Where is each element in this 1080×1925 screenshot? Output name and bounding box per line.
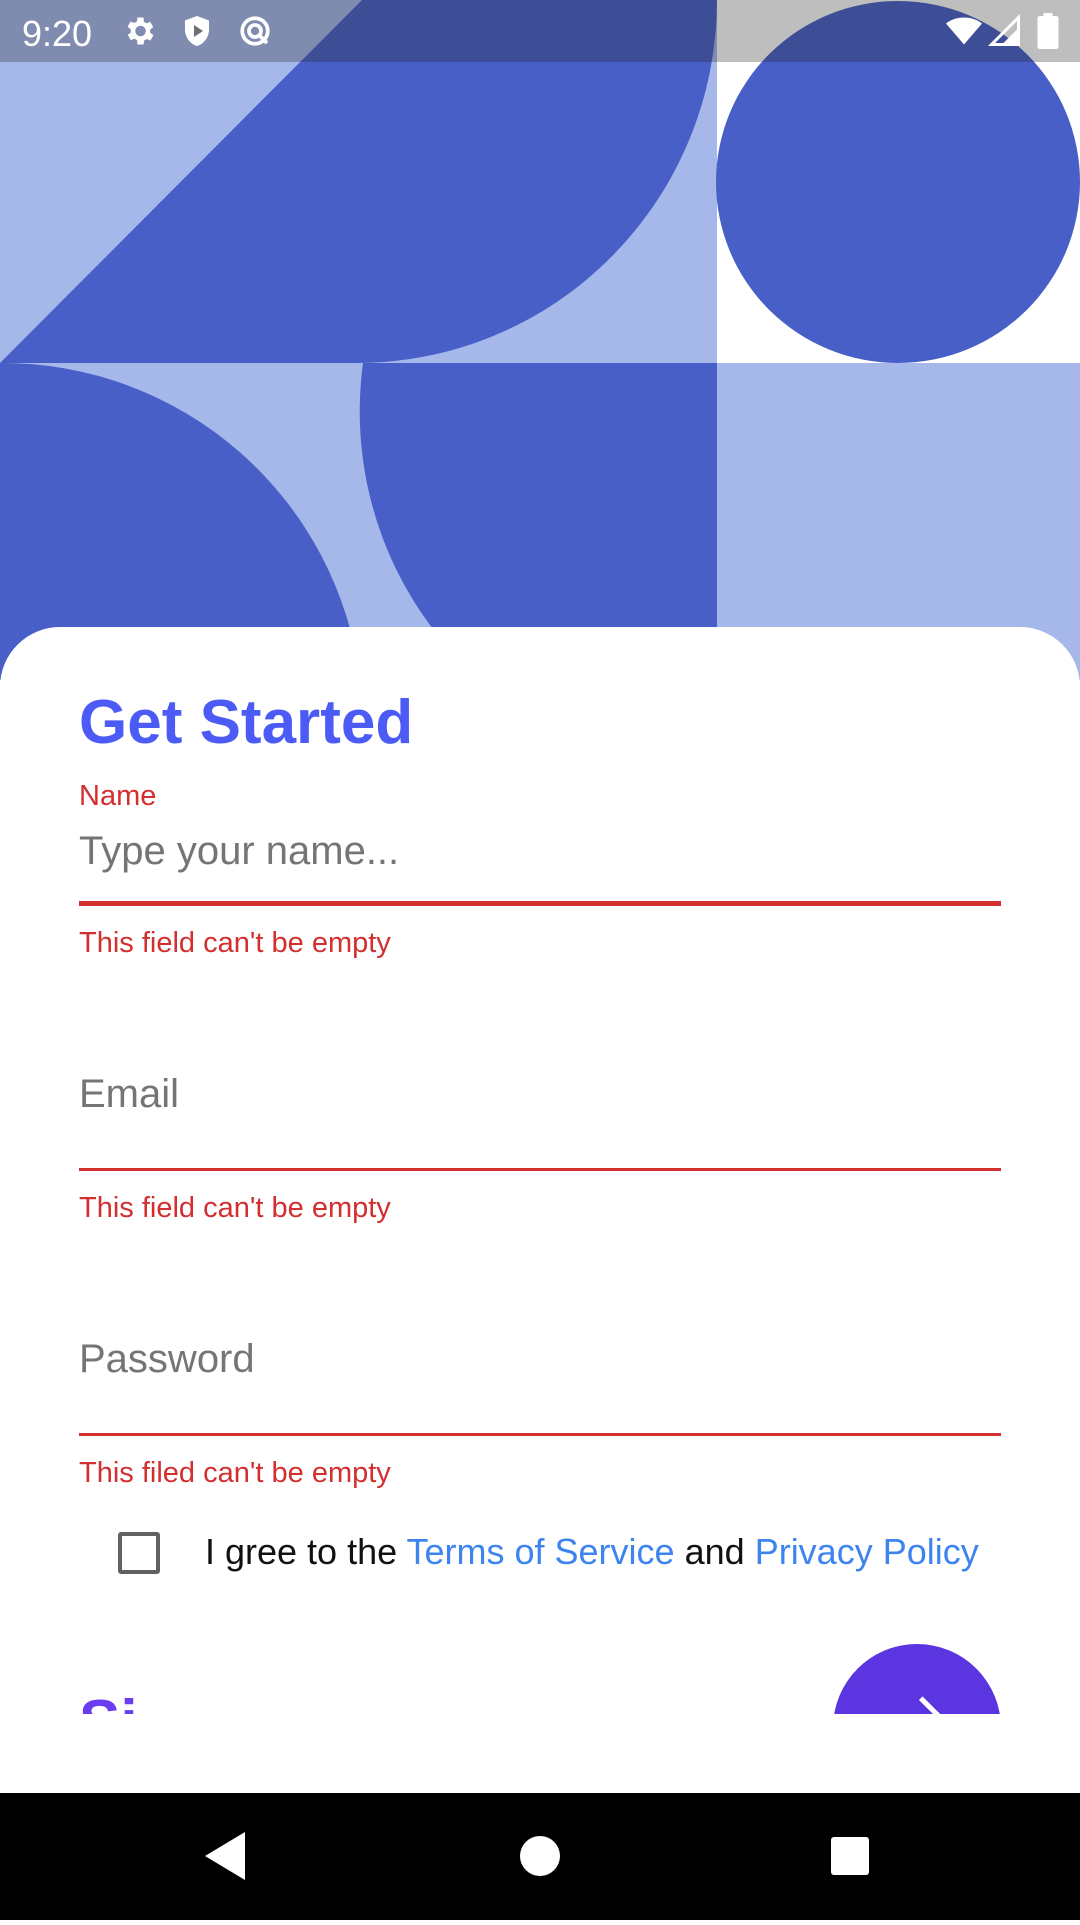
wifi-icon: [946, 17, 982, 45]
hero-pattern: [0, 0, 1080, 680]
back-button[interactable]: [155, 1793, 295, 1920]
name-field-underline: [79, 901, 1001, 906]
home-icon: [520, 1836, 560, 1876]
email-field-underline: [79, 1168, 1001, 1171]
name-input[interactable]: [79, 823, 999, 879]
page-title: Get Started: [79, 688, 414, 757]
signal-icon: [987, 13, 1020, 46]
status-time: 9:20: [22, 13, 93, 54]
email-error-text: This field can't be empty: [79, 1192, 391, 1224]
password-error-text: This filed can't be empty: [79, 1457, 391, 1489]
gear-icon: [127, 17, 154, 45]
card-footer-area: [0, 1714, 1080, 1793]
password-field-underline: [79, 1433, 1001, 1436]
battery-icon: [1037, 13, 1059, 49]
terms-of-service-link[interactable]: Terms of Service: [407, 1531, 675, 1572]
agree-checkbox[interactable]: [118, 1532, 160, 1574]
agreement-conjunction: and: [684, 1531, 745, 1572]
hero-pattern-graphic: [0, 0, 1080, 680]
status-bar: 9:20: [0, 0, 1080, 62]
recents-icon: [831, 1837, 869, 1875]
agreement-prefix: I gree to the: [205, 1531, 398, 1572]
sync-icon: [240, 16, 270, 46]
back-icon: [205, 1832, 245, 1880]
signup-card: Get Started Name This field can't be emp…: [0, 627, 1080, 1793]
agreement-text: I gree to the Terms of Service and Priva…: [205, 1531, 979, 1573]
password-input[interactable]: [79, 1331, 999, 1387]
shield-icon: [185, 16, 209, 46]
email-input[interactable]: [79, 1066, 999, 1122]
privacy-policy-link[interactable]: Privacy Policy: [755, 1531, 979, 1572]
navigation-bar: [0, 1793, 1080, 1920]
home-button[interactable]: [470, 1793, 610, 1920]
name-error-text: This field can't be empty: [79, 927, 391, 959]
recents-button[interactable]: [780, 1793, 920, 1920]
name-field-label: Name: [79, 780, 157, 812]
